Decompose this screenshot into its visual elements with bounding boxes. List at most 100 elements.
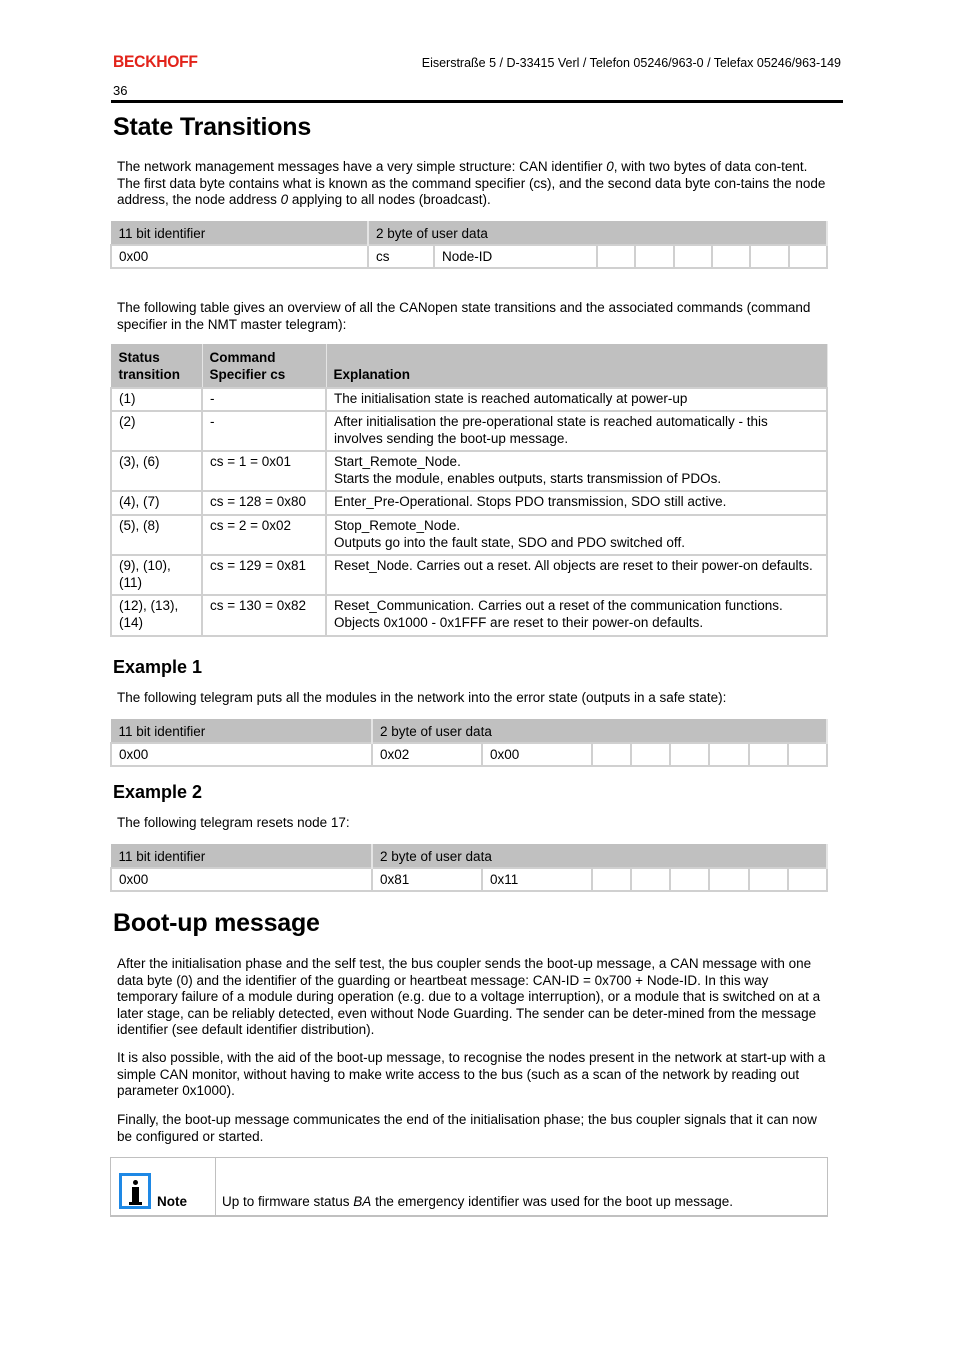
note-text-part: the emergency identifier was used for th… xyxy=(371,1194,734,1209)
explanation-line: The initialisation state is reached auto… xyxy=(334,390,688,406)
intro-paragraph: The network management messages have a v… xyxy=(117,159,829,209)
note-icon-cell: Note xyxy=(110,1157,216,1217)
transition-row: (3), (6) cs = 1 = 0x01 Start_Remote_Node. S… xyxy=(110,450,828,493)
telegram-row: 0x00 0x81 0x11 xyxy=(110,867,829,892)
section-title-state-transitions: State Transitions xyxy=(113,113,312,141)
cell-status: (12), (13), (14) xyxy=(110,594,203,637)
cell-explanation: Enter_Pre-Operational. Stops PDO transmi… xyxy=(325,490,828,517)
cell-explanation: Stop_Remote_Node. Outputs go into the fau… xyxy=(325,514,828,557)
cell-identifier: 0x00 xyxy=(110,867,373,892)
example1-text: The following telegram puts all the modu… xyxy=(117,690,727,705)
cell-byte2: 0x00 xyxy=(481,742,593,767)
cell-empty xyxy=(669,742,711,767)
transition-row: (4), (7) cs = 128 = 0x80 Enter_Pre-Operati… xyxy=(110,490,828,517)
cell-byte2: 0x11 xyxy=(481,867,593,892)
explanation-line: Starts the module, enables outputs, star… xyxy=(334,470,722,486)
transition-row: (12), (13), (14) cs = 130 = 0x82 Reset_Com… xyxy=(110,594,828,637)
transition-row: (5), (8) cs = 2 = 0x02 Stop_Remote_Node. Ou… xyxy=(110,514,828,557)
cell-empty xyxy=(672,244,713,269)
cell-identifier: 0x00 xyxy=(110,244,369,269)
explanation-line: Reset_Node. Carries out a reset. All obj… xyxy=(334,558,813,574)
cell-identifier: 0x00 xyxy=(110,742,373,767)
transitions-header-row: Status transition Command Specifier cs E… xyxy=(110,344,828,388)
cell-empty xyxy=(708,742,750,767)
cell-empty xyxy=(747,742,789,767)
cell-status: (5), (8) xyxy=(110,514,203,557)
header-user-data: 2 byte of user data xyxy=(371,719,828,744)
header-user-data: 2 byte of user data xyxy=(371,844,828,869)
cell-status: (2) xyxy=(110,410,203,453)
bootup-paragraph-2: It is also possible, with the aid of the… xyxy=(117,1050,826,1099)
header-identifier: 11 bit identifier xyxy=(110,844,373,869)
cell-byte1: 0x81 xyxy=(371,867,483,892)
cell-status: (9), (10), (11) xyxy=(110,554,203,597)
example1-title: Example 1 xyxy=(113,657,203,677)
note-text: Up to firmware status BA the emergency i… xyxy=(215,1157,828,1217)
explanation-line: Start_Remote_Node. xyxy=(334,454,461,470)
header-identifier: 11 bit identifier xyxy=(110,221,369,246)
cell-empty xyxy=(590,867,633,892)
explanation-line: After initialisation the pre-operational… xyxy=(334,414,768,446)
cell-explanation: Start_Remote_Node. Starts the module, ena… xyxy=(325,450,828,493)
cell-cs: cs = 2 = 0x02 xyxy=(201,514,327,557)
header-identifier: 11 bit identifier xyxy=(110,719,373,744)
telegram-header-row: 11 bit identifier 2 byte of user data xyxy=(110,719,828,744)
cell-cs: - xyxy=(201,386,327,413)
cell-empty xyxy=(669,867,711,892)
bootup-paragraph-3: Finally, the boot-up message communicate… xyxy=(117,1112,817,1144)
beckhoff-logo: BECKHOFF xyxy=(113,52,198,71)
transition-row: (9), (10), (11) cs = 129 = 0x81 Reset_Node… xyxy=(110,554,828,597)
state-transitions-table: Status transition Command Specifier cs E… xyxy=(110,344,828,637)
note-text-part: Up to firmware status xyxy=(222,1194,354,1209)
company-address: Eiserstraße 5 / D-33415 Verl / Telefon 0… xyxy=(421,56,841,70)
example2-text: The following telegram resets node 17: xyxy=(117,815,350,830)
cell-empty xyxy=(590,742,633,767)
header-rule xyxy=(111,100,843,103)
cell-empty xyxy=(708,867,750,892)
cell-empty xyxy=(787,244,829,269)
cell-empty xyxy=(747,867,789,892)
cell-cs: - xyxy=(201,410,327,453)
intro-text: applying to all nodes (broadcast). xyxy=(288,192,491,208)
section-title-boot-up: Boot-up message xyxy=(113,909,320,937)
cell-cs: cs = 128 = 0x80 xyxy=(201,490,327,517)
header-cs: Command Specifier cs xyxy=(201,344,327,388)
example2-title: Example 2 xyxy=(113,782,203,802)
telegram-header-row: 11 bit identifier 2 byte of user data xyxy=(110,221,828,246)
cell-empty xyxy=(595,244,637,269)
cell-empty xyxy=(630,867,672,892)
cell-explanation: After initialisation the pre-operational… xyxy=(325,410,828,453)
cell-empty xyxy=(710,244,752,269)
cell-empty xyxy=(786,742,829,767)
explanation-line: Reset_Communication. Carries out a reset… xyxy=(334,598,783,614)
page-number: 36 xyxy=(113,83,128,98)
note-box: Note Up to firmware status BA the emerge… xyxy=(110,1157,828,1217)
info-icon xyxy=(119,1173,151,1209)
cell-status: (1) xyxy=(110,386,203,413)
telegram-row: 0x00 cs Node-ID xyxy=(110,244,829,269)
intro-text: The network management messages have a v… xyxy=(117,159,607,174)
cell-status: (4), (7) xyxy=(110,490,203,517)
header-status: Status transition xyxy=(110,344,203,388)
example2-telegram-table: 11 bit identifier 2 byte of user data 0x… xyxy=(110,844,829,892)
cell-byte1: cs xyxy=(367,244,435,269)
header-user-data: 2 byte of user data xyxy=(367,221,828,246)
cell-empty xyxy=(630,742,672,767)
bootup-paragraph-1: After the initialisation phase and the s… xyxy=(117,956,821,1038)
explanation-line: Outputs go into the fault state, SDO and… xyxy=(334,534,685,550)
cell-status: (3), (6) xyxy=(110,450,203,493)
transition-row: (2) - After initialisation the pre-operati… xyxy=(110,410,828,453)
overview-paragraph: The following table gives an overview of… xyxy=(117,300,811,332)
cell-cs: cs = 130 = 0x82 xyxy=(201,594,327,637)
transition-row: (1) - The initialisation state is reached … xyxy=(110,386,828,413)
explanation-line: Objects 0x1000 - 0x1FFF are reset to the… xyxy=(334,615,704,631)
telegram-row: 0x00 0x02 0x00 xyxy=(110,742,829,767)
note-label: Note xyxy=(157,1194,187,1209)
intro-italic: 0 xyxy=(280,192,289,208)
cell-byte1: 0x02 xyxy=(371,742,483,767)
header-explanation: Explanation xyxy=(325,344,828,388)
note-text-italic: BA xyxy=(353,1194,372,1209)
cell-empty xyxy=(786,867,829,892)
cell-cs: cs = 129 = 0x81 xyxy=(201,554,327,597)
intro-italic: 0 xyxy=(606,159,614,174)
